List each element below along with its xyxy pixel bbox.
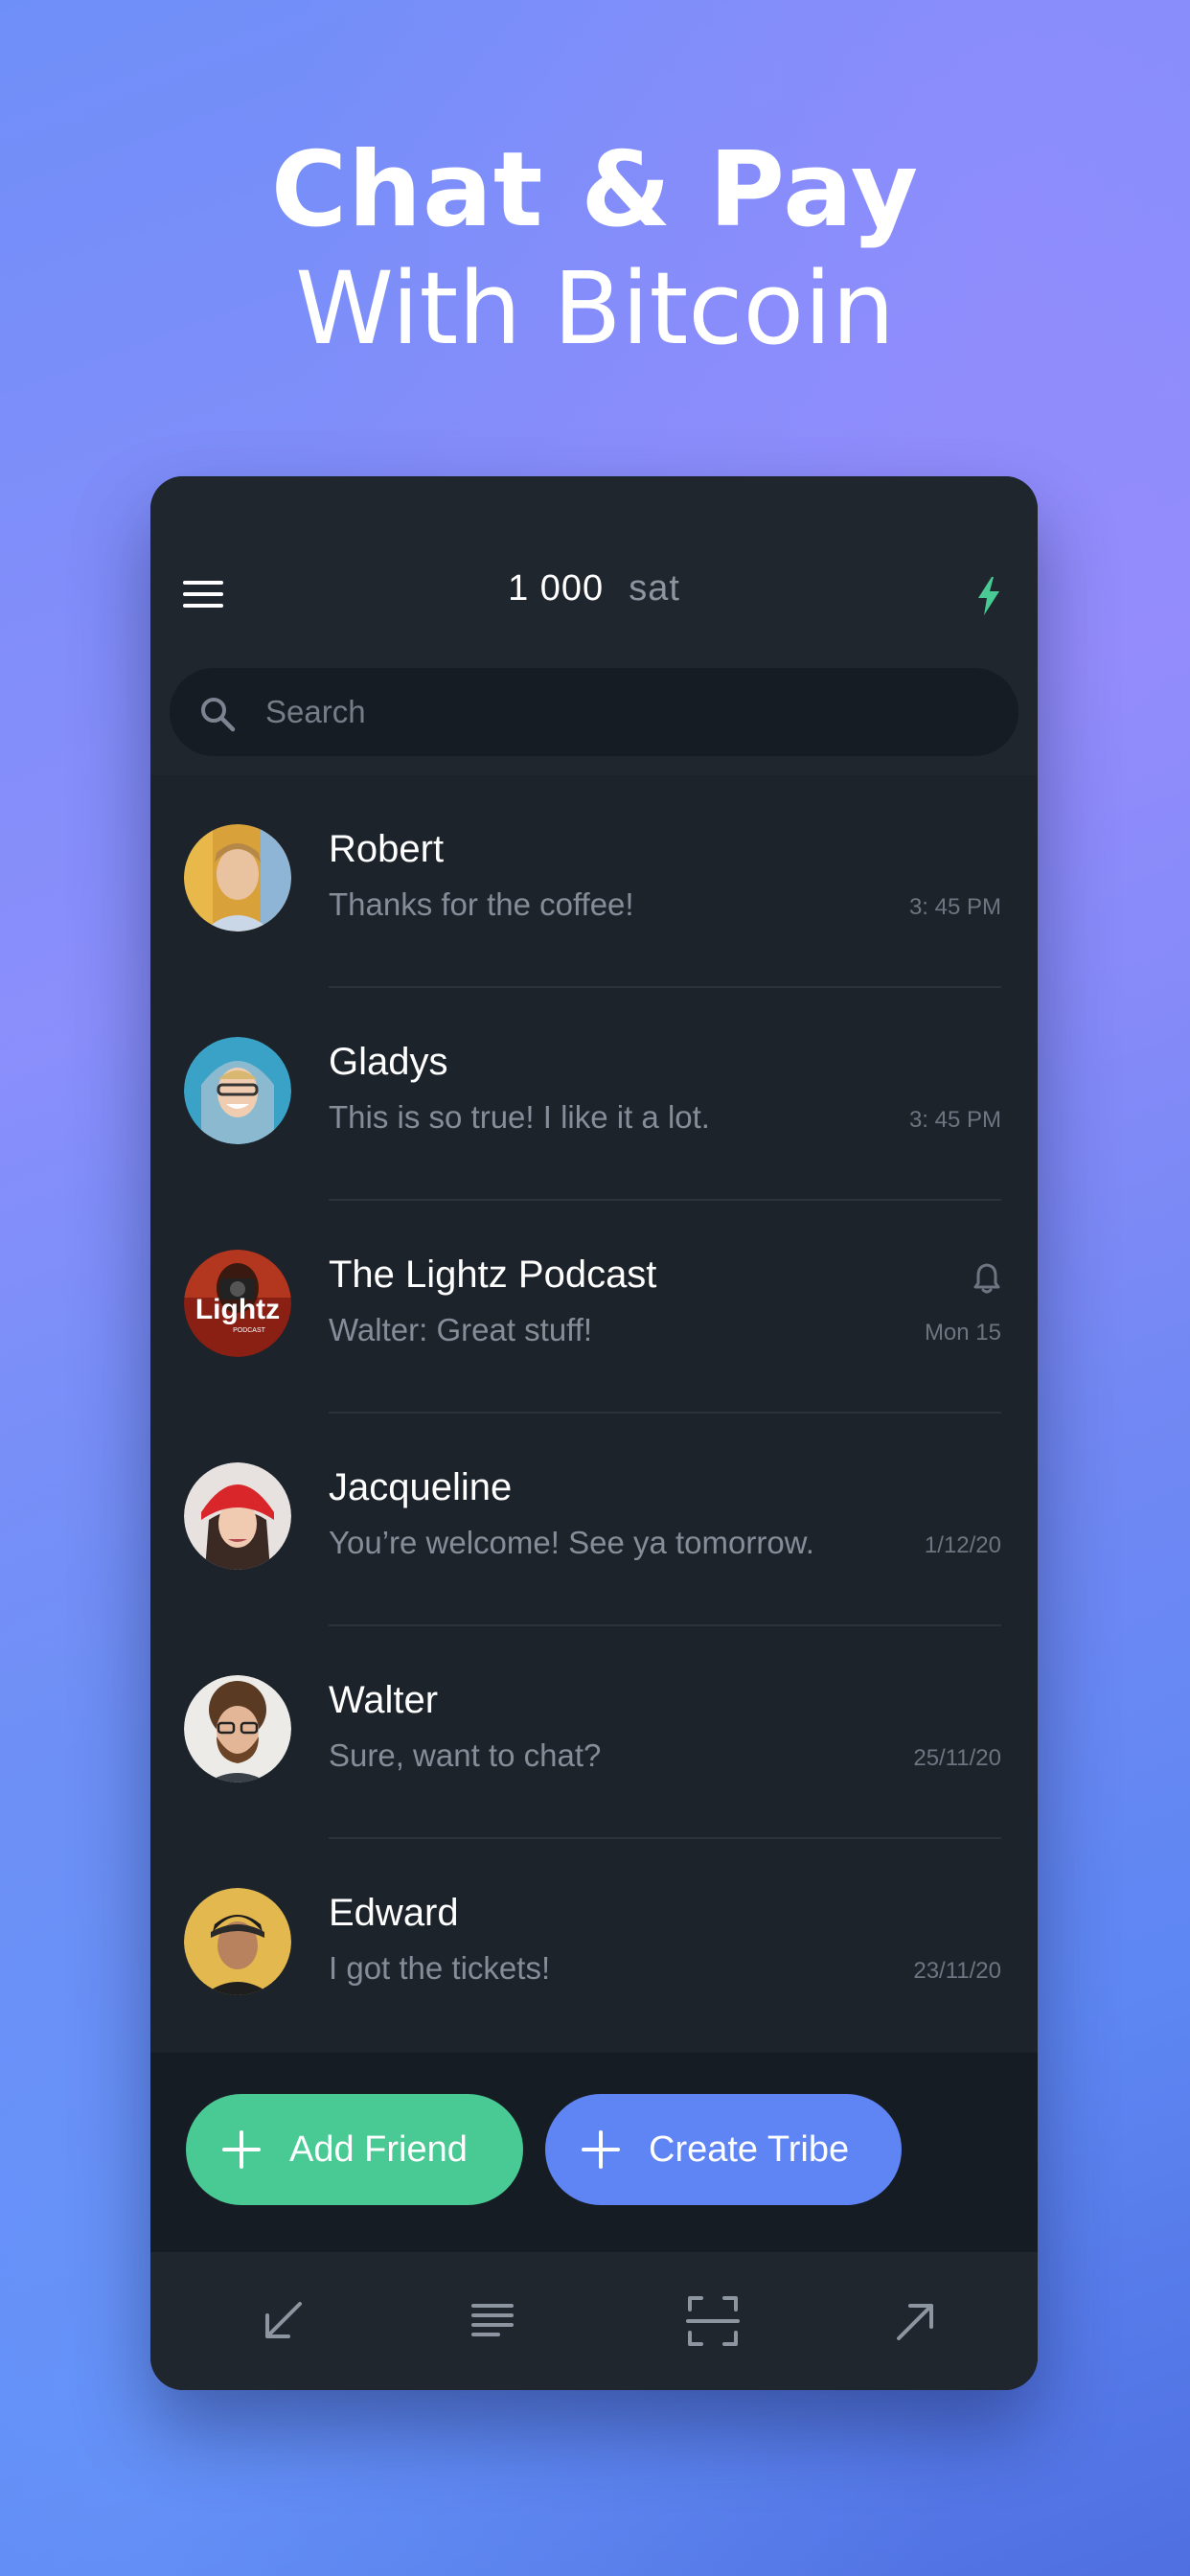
chat-name: Walter: [329, 1679, 439, 1721]
avatar: [184, 1037, 291, 1144]
avatar: [184, 824, 291, 932]
chat-preview: You’re welcome! See ya tomorrow.: [329, 1525, 814, 1560]
chat-item-lightz-podcast[interactable]: Lightz PODCAST The Lightz Podcast Walter…: [150, 1201, 1038, 1414]
podcast-logo-subtext: PODCAST: [233, 1327, 266, 1334]
hero-title: Chat & Pay: [270, 130, 920, 250]
chat-preview: I got the tickets!: [329, 1950, 551, 1986]
chat-time: 23/11/20: [913, 1958, 1001, 1984]
scan-qr-icon[interactable]: [686, 2294, 740, 2348]
hero-subtitle: With Bitcoin: [295, 250, 895, 367]
chat-item-gladys[interactable]: Gladys This is so true! I like it a lot.…: [150, 988, 1038, 1201]
avatar: [184, 1462, 291, 1570]
receive-arrow-icon[interactable]: [256, 2294, 309, 2348]
chat-time: 3: 45 PM: [908, 1107, 1001, 1133]
chat-time: Mon 15: [924, 1320, 1001, 1346]
bottom-nav: [150, 2252, 1038, 2390]
avatar: [184, 1675, 291, 1782]
bell-icon: [973, 1263, 1000, 1294]
chat-name: Gladys: [329, 1041, 448, 1083]
chat-time: 25/11/20: [913, 1745, 1001, 1771]
action-bar: Add Friend Create Tribe: [150, 2053, 1038, 2252]
balance-unit: sat: [629, 568, 680, 609]
chat-preview: Thanks for the coffee!: [329, 886, 634, 922]
search-input[interactable]: [265, 668, 974, 756]
chat-time: 1/12/20: [924, 1532, 1001, 1558]
chat-item-jacqueline[interactable]: Jacqueline You’re welcome! See ya tomorr…: [150, 1414, 1038, 1626]
plus-icon: [222, 2130, 261, 2169]
create-tribe-label: Create Tribe: [649, 2128, 850, 2170]
chat-name: Jacqueline: [329, 1466, 513, 1508]
balance: 1 000 sat: [150, 568, 1038, 610]
add-friend-button[interactable]: Add Friend: [186, 2094, 523, 2205]
chat-time: 3: 45 PM: [908, 894, 1001, 920]
add-friend-label: Add Friend: [289, 2128, 468, 2170]
search-bar[interactable]: [170, 668, 1018, 756]
chat-preview: Sure, want to chat?: [329, 1737, 602, 1773]
chat-preview: Walter: Great stuff!: [329, 1312, 593, 1347]
chat-name: Edward: [329, 1892, 459, 1934]
transactions-list-icon[interactable]: [466, 2294, 519, 2348]
chat-preview: This is so true! I like it a lot.: [329, 1099, 710, 1135]
avatar: [184, 1888, 291, 1995]
chat-name: The Lightz Podcast: [329, 1254, 657, 1296]
podcast-logo: Lightz PODCAST: [184, 1250, 291, 1357]
lightning-bolt-icon[interactable]: [976, 577, 1001, 615]
plus-icon: [582, 2130, 620, 2169]
hero: Chat & Pay With Bitcoin: [0, 134, 1190, 368]
chat-item-robert[interactable]: Robert Thanks for the coffee! 3: 45 PM: [150, 775, 1038, 988]
chat-list: Robert Thanks for the coffee! 3: 45 PM G…: [150, 775, 1038, 2052]
chat-name: Robert: [329, 828, 445, 870]
chat-item-walter[interactable]: Walter Sure, want to chat? 25/11/20: [150, 1626, 1038, 1839]
search-icon: [201, 698, 236, 732]
send-arrow-icon[interactable]: [889, 2294, 943, 2348]
app-screen: 1 000 sat Search Robert Thanks for the c…: [150, 476, 1038, 2390]
balance-amount: 1 000: [508, 568, 605, 609]
header: 1 000 sat: [150, 476, 1038, 775]
podcast-logo-text: Lightz: [195, 1294, 280, 1325]
create-tribe-button[interactable]: Create Tribe: [545, 2094, 902, 2205]
chat-item-edward[interactable]: Edward I got the tickets! 23/11/20: [150, 1839, 1038, 2052]
